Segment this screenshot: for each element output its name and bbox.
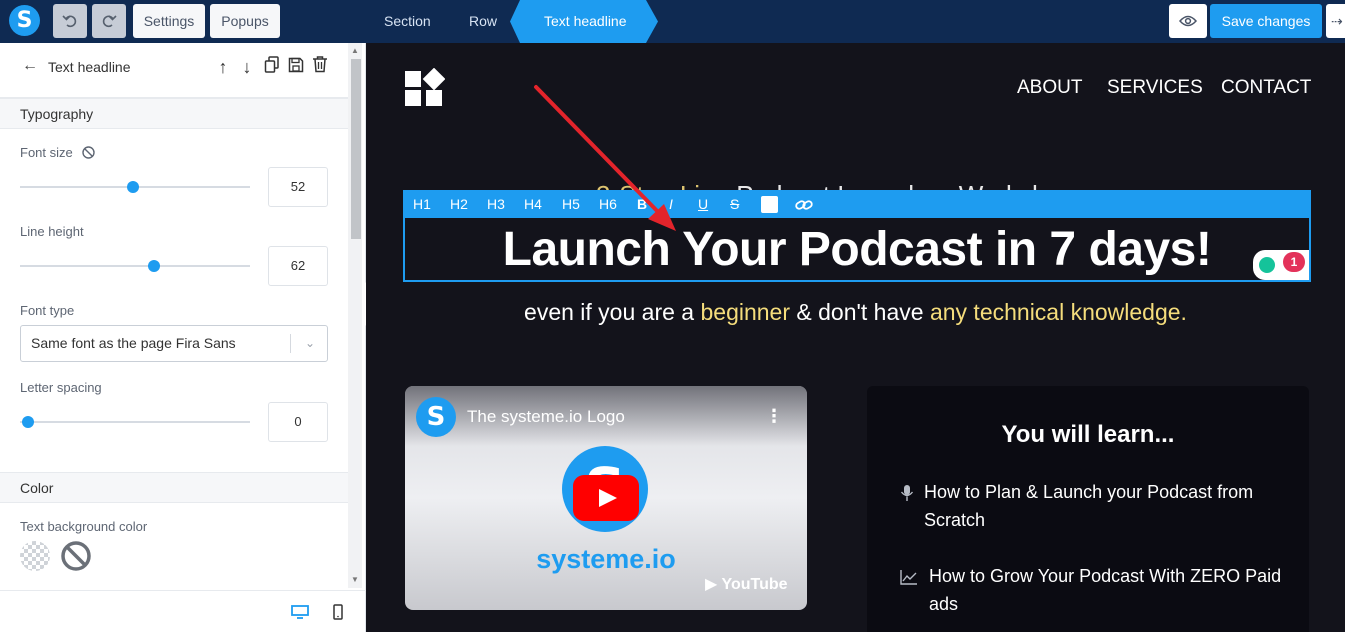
preview-button[interactable]	[1169, 4, 1207, 38]
learn-card: You will learn... How to Plan & Launch y…	[867, 386, 1309, 632]
move-down-icon[interactable]: ↓	[236, 57, 260, 78]
learn-title: You will learn...	[1001, 421, 1175, 448]
select-divider	[290, 334, 291, 353]
mobile-icon[interactable]	[332, 604, 344, 620]
desktop-icon[interactable]	[291, 605, 309, 619]
format-h3[interactable]: H3	[487, 196, 505, 212]
redo-icon	[102, 15, 117, 28]
delete-icon[interactable]	[308, 55, 332, 78]
bold-icon[interactable]: B	[637, 196, 647, 212]
letter-spacing-slider-knob[interactable]	[22, 416, 34, 428]
chart-line-icon	[900, 570, 917, 585]
headline-text[interactable]: Launch Your Podcast in 7 days!	[405, 222, 1309, 277]
transparent-color-swatch[interactable]	[20, 541, 50, 571]
exit-button[interactable]: ⇢	[1326, 4, 1345, 38]
duplicate-icon[interactable]	[260, 56, 284, 78]
breadcrumb-text-headline[interactable]: Text headline	[510, 0, 658, 43]
text-background-color-label: Text background color	[20, 519, 148, 534]
video-embed[interactable]: S The systeme.io Logo ⋮ S systeme.io ▶ Y…	[405, 386, 807, 610]
letter-spacing-input[interactable]: 0	[268, 402, 328, 442]
learn-item: How to Grow Your Podcast With ZERO Paid …	[929, 566, 1282, 614]
page-preview-canvas: ABOUT SERVICES CONTACT 3-Ste Lin Podcast…	[366, 43, 1345, 632]
line-height-slider-knob[interactable]	[148, 260, 161, 272]
eye-icon	[1178, 15, 1198, 27]
popups-button[interactable]: Popups	[210, 4, 280, 38]
learn-item: How to Plan & Launch your Podcast from S…	[924, 482, 1254, 530]
top-toolbar: S Settings Popups Section Row Text headl…	[0, 0, 1345, 43]
microphone-icon	[900, 485, 914, 501]
font-type-select[interactable]: Same font as the page Fira Sans ⌄	[20, 325, 328, 362]
letter-spacing-slider[interactable]	[20, 416, 250, 428]
line-height-input[interactable]: 62	[268, 246, 328, 286]
settings-button[interactable]: Settings	[133, 4, 205, 38]
format-h1[interactable]: H1	[413, 196, 431, 212]
text-format-toolbar: H1 H2 H3 H4 H5 H6 B I U S	[405, 192, 1309, 218]
nav-services[interactable]: SERVICES	[1107, 77, 1203, 99]
undo-button[interactable]	[53, 4, 87, 38]
breadcrumb-row[interactable]: Row	[469, 0, 497, 43]
undo-icon	[62, 15, 77, 28]
settings-panel: ← Text headline ↑ ↓ Typography Font size …	[0, 43, 366, 632]
play-button[interactable]	[573, 475, 639, 521]
breadcrumb-active-label: Text headline	[544, 13, 627, 29]
line-height-label: Line height	[20, 224, 84, 239]
channel-avatar[interactable]: S	[416, 397, 456, 437]
device-switcher	[0, 590, 366, 632]
typography-section-header[interactable]: Typography	[0, 98, 348, 129]
nav-about[interactable]: ABOUT	[1017, 77, 1082, 99]
exit-icon: ⇢	[1331, 13, 1343, 29]
systeme-logo-icon[interactable]: S	[9, 5, 40, 36]
color-section-header[interactable]: Color	[0, 472, 348, 503]
move-up-icon[interactable]: ↑	[212, 57, 236, 78]
font-type-value: Same font as the page Fira Sans	[31, 335, 236, 351]
link-icon[interactable]	[795, 198, 813, 212]
element-actions: ↑ ↓	[212, 55, 332, 78]
save-changes-button[interactable]: Save changes	[1210, 4, 1322, 38]
subheadline-text: even if you are a beginner & don't have …	[524, 299, 1187, 325]
panel-title: Text headline	[48, 59, 131, 75]
video-menu-icon[interactable]: ⋮	[765, 406, 783, 427]
chevron-down-icon[interactable]: ⌄	[305, 326, 315, 361]
grammarly-icon	[1259, 257, 1275, 273]
scroll-up-icon[interactable]: ▲	[351, 46, 359, 55]
redo-button[interactable]	[92, 4, 126, 38]
font-size-label: Font size	[20, 145, 96, 160]
letter-spacing-label: Letter spacing	[20, 380, 102, 395]
site-logo-icon[interactable]	[405, 68, 445, 108]
grammarly-count-badge: 1	[1283, 252, 1305, 272]
video-title[interactable]: The systeme.io Logo	[467, 407, 625, 427]
panel-header: ← Text headline ↑ ↓	[0, 43, 348, 98]
headline-editor[interactable]: H1 H2 H3 H4 H5 H6 B I U S Launch Your Po…	[403, 190, 1311, 282]
video-brand-text: systeme.io	[536, 544, 676, 574]
back-arrow-icon[interactable]: ←	[22, 57, 38, 75]
save-block-icon[interactable]	[284, 57, 308, 78]
text-color-swatch[interactable]	[761, 196, 778, 213]
format-h6[interactable]: H6	[599, 196, 617, 212]
no-color-icon[interactable]	[60, 540, 92, 572]
underline-icon[interactable]: U	[698, 196, 708, 212]
format-h2[interactable]: H2	[450, 196, 468, 212]
scroll-down-icon[interactable]: ▼	[351, 575, 359, 584]
reset-icon[interactable]	[82, 146, 96, 159]
font-size-slider-knob[interactable]	[126, 181, 139, 193]
youtube-logo[interactable]: ▶ YouTube	[705, 574, 788, 594]
font-type-label: Font type	[20, 303, 75, 318]
breadcrumb-section[interactable]: Section	[384, 0, 431, 43]
nav-contact[interactable]: CONTACT	[1221, 77, 1311, 99]
font-size-slider[interactable]	[20, 181, 250, 193]
font-size-input[interactable]: 52	[268, 167, 328, 207]
panel-scrollbar-thumb[interactable]	[351, 59, 361, 239]
italic-icon[interactable]: I	[669, 196, 673, 212]
grammarly-widget[interactable]: 1	[1253, 250, 1309, 280]
format-h4[interactable]: H4	[524, 196, 542, 212]
line-height-slider[interactable]	[20, 260, 250, 272]
format-h5[interactable]: H5	[562, 196, 580, 212]
strikethrough-icon[interactable]: S	[730, 196, 739, 212]
